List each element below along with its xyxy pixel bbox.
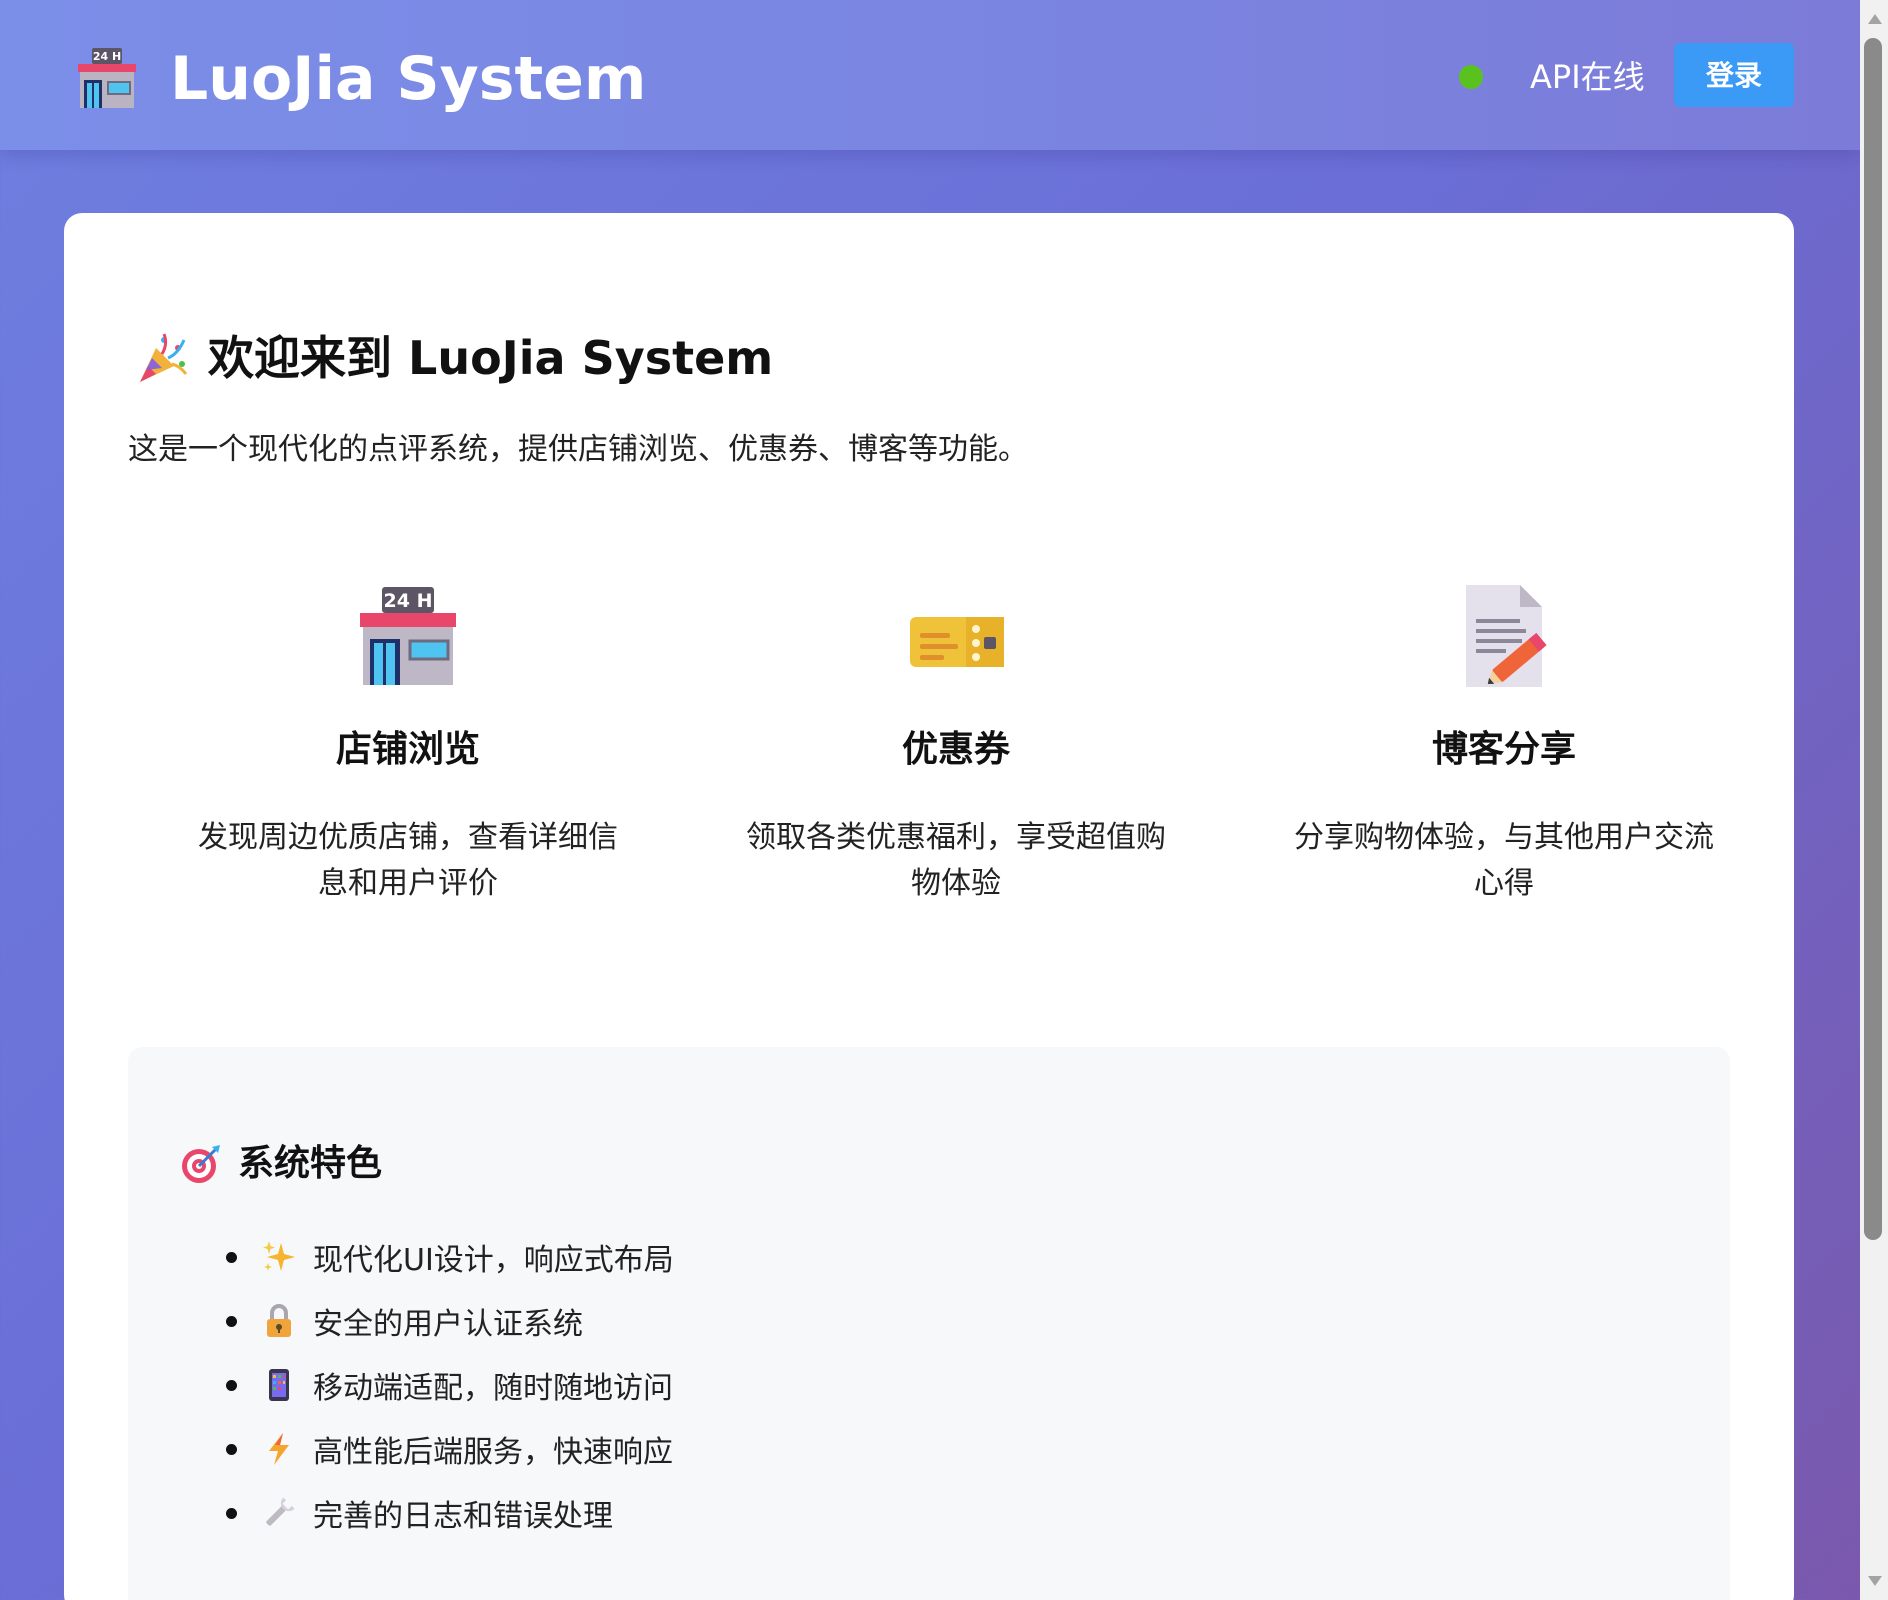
- feature-title: 优惠券: [901, 729, 1010, 770]
- ticket-icon: [910, 617, 1004, 667]
- scrollbar-thumb[interactable]: [1864, 38, 1882, 1240]
- highlights-heading: 系统特色: [180, 1139, 382, 1189]
- welcome-heading: 欢迎来到 LuoJia System: [134, 323, 773, 393]
- highlights-title: 系统特色: [238, 1143, 383, 1184]
- list-item: 高性能后端服务，快速响应: [226, 1417, 674, 1481]
- convenience-store-icon: 24 H: [78, 48, 136, 108]
- svg-text:24 H: 24 H: [384, 590, 433, 612]
- bullet: [226, 1315, 237, 1327]
- list-item-text: 移动端适配，随时随地访问: [313, 1371, 673, 1406]
- feature-blog[interactable]: 博客分享 分享购物体验，与其他用户交流心得: [1254, 583, 1754, 907]
- highlights-list: 现代化UI设计，响应式布局 安全的用户认证系统 移动端适配，随时随地访问 高性能…: [226, 1225, 674, 1545]
- list-item: 移动端适配，随时随地访问: [226, 1353, 674, 1417]
- app-header: 24 H LuoJia System API在线 登录: [0, 0, 1860, 150]
- phone-icon: [269, 1369, 289, 1401]
- scroll-down-arrow-icon[interactable]: [1868, 1576, 1882, 1586]
- api-status-text: API在线: [1530, 58, 1645, 96]
- svg-text:24 H: 24 H: [93, 50, 121, 63]
- feature-grid: 24 H 店铺浏览 发现周边优质店铺，查看详细信息和用户评价 优惠券 领取各类优…: [128, 583, 1732, 943]
- feature-title: 博客分享: [1431, 729, 1576, 770]
- list-item: 完善的日志和错误处理: [226, 1481, 674, 1545]
- feature-description: 领取各类优惠福利，享受超值购物体验: [746, 820, 1166, 901]
- bullet: [226, 1379, 237, 1391]
- memo-icon: [1466, 585, 1547, 687]
- feature-coupons[interactable]: 优惠券 领取各类优惠福利，享受超值购物体验: [706, 583, 1206, 907]
- feature-shop-browse[interactable]: 24 H 店铺浏览 发现周边优质店铺，查看详细信息和用户评价: [158, 583, 658, 907]
- feature-title: 店铺浏览: [335, 729, 480, 770]
- list-item: 现代化UI设计，响应式布局: [226, 1225, 674, 1289]
- lightning-icon: [269, 1433, 289, 1465]
- list-item-text: 现代化UI设计，响应式布局: [313, 1243, 674, 1278]
- feature-description: 发现周边优质店铺，查看详细信息和用户评价: [198, 820, 618, 901]
- bullet: [226, 1443, 237, 1455]
- list-item-text: 安全的用户认证系统: [313, 1307, 583, 1342]
- wrench-icon: [266, 1497, 295, 1526]
- intro-text: 这是一个现代化的点评系统，提供店铺浏览、优惠券、博客等功能。: [128, 432, 1028, 467]
- convenience-store-icon: 24 H: [360, 587, 456, 685]
- welcome-card: 欢迎来到 LuoJia System 这是一个现代化的点评系统，提供店铺浏览、优…: [64, 213, 1794, 1600]
- login-button[interactable]: 登录: [1674, 43, 1794, 107]
- welcome-title: 欢迎来到 LuoJia System: [208, 331, 774, 385]
- sparkles-icon: [263, 1241, 295, 1271]
- app-title: LuoJia System: [170, 44, 647, 114]
- page-scrollbar[interactable]: [1860, 0, 1888, 1600]
- lock-icon: [267, 1304, 291, 1337]
- list-item-text: 完善的日志和错误处理: [313, 1499, 613, 1534]
- list-item: 安全的用户认证系统: [226, 1289, 674, 1353]
- bullet: [226, 1507, 237, 1519]
- scroll-up-arrow-icon[interactable]: [1868, 14, 1882, 24]
- party-popper-icon: [140, 333, 188, 382]
- feature-description: 分享购物体验，与其他用户交流心得: [1294, 820, 1714, 901]
- target-icon: [182, 1145, 220, 1183]
- list-item-text: 高性能后端服务，快速响应: [313, 1435, 673, 1470]
- api-status-indicator: [1459, 65, 1483, 89]
- highlights-panel: 系统特色 现代化UI设计，响应式布局 安全的用户认证系统 移动端适配，随时随地访…: [128, 1047, 1730, 1600]
- bullet: [226, 1251, 237, 1263]
